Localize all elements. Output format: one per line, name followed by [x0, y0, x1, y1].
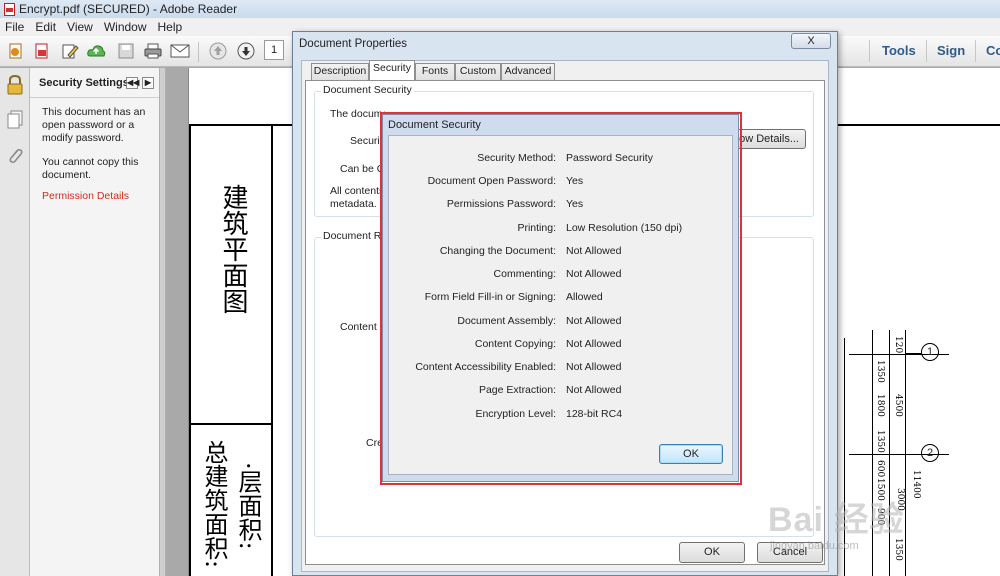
show-details-button[interactable]: ow Details... [736, 129, 806, 149]
metadata-text: metadata. [330, 198, 377, 210]
security-method-label: Securit [350, 135, 383, 147]
close-button[interactable]: X [791, 33, 831, 49]
menu-file[interactable]: File [0, 20, 30, 34]
tab-fonts[interactable]: Fonts [415, 63, 455, 80]
tab-custom[interactable]: Custom [455, 63, 501, 80]
window-title: Encrypt.pdf (SECURED) - Adobe Reader [19, 2, 238, 16]
navigation-pane [0, 68, 30, 576]
tab-security[interactable]: Security [369, 60, 415, 81]
edit-document-icon[interactable] [60, 41, 80, 61]
dimension-4500: 4500 [893, 394, 903, 417]
dialog-title: Document Properties [299, 38, 408, 50]
menu-help[interactable]: Help [153, 20, 189, 34]
panel-options-icon[interactable]: ▶ [142, 77, 154, 89]
menu-window[interactable]: Window [99, 20, 153, 34]
permission-details-link[interactable]: Permission Details [42, 190, 154, 203]
sign-button[interactable]: Sign [937, 43, 965, 58]
lock-icon[interactable] [5, 74, 25, 99]
floor-area-label: ·层面积: [234, 462, 262, 550]
title-bar: Encrypt.pdf (SECURED) - Adobe Reader [0, 0, 1000, 18]
all-contents-text: All contents [330, 185, 385, 197]
menu-edit[interactable]: Edit [30, 20, 62, 34]
axis-marker-2: 2 [921, 444, 939, 462]
dimension-1800: 1800 [875, 394, 885, 417]
save-icon[interactable] [116, 41, 136, 61]
export-pdf-icon[interactable] [32, 41, 52, 61]
security-message-password: This document has an open password or a … [42, 106, 146, 144]
can-be-opened-label: Can be O [340, 163, 385, 175]
tools-button[interactable]: Tools [882, 43, 916, 58]
dimension-1350-c: 1350 [893, 538, 903, 561]
menu-view[interactable]: View [62, 20, 99, 34]
page-number-input[interactable]: 1 [264, 40, 284, 60]
security-settings-panel: Security Settings ◀◀ ▶ This document has… [30, 68, 159, 576]
collapse-panel-icon[interactable]: ◀◀ [126, 77, 139, 89]
security-method-description: The document's Security Method restricts… [330, 108, 385, 120]
dimension-1350: 1350 [875, 360, 885, 383]
previous-page-icon[interactable] [208, 41, 228, 61]
cloud-upload-icon[interactable] [86, 41, 106, 61]
page-thumbnails-icon[interactable] [6, 110, 24, 133]
drawing-title: 建筑平面图 [218, 184, 248, 314]
email-icon[interactable] [170, 41, 190, 61]
security-settings-header: Security Settings ◀◀ ▶ [30, 68, 159, 98]
dimension-120: 120 [893, 336, 903, 354]
panel-splitter[interactable] [159, 68, 166, 576]
next-page-icon[interactable] [236, 41, 256, 61]
watermark-logo: Bai 经验 [768, 501, 905, 539]
dimension-1350-b: 1350 [875, 430, 885, 453]
security-settings-title: Security Settings [39, 76, 129, 89]
attachments-icon[interactable] [7, 146, 23, 169]
security-message-copy: You cannot copy this document. [42, 156, 139, 181]
document-restrictions-legend: Document R [321, 230, 384, 242]
total-area-label: 总建筑面积: [200, 440, 228, 569]
dimension-600: 600 [875, 460, 885, 478]
create-pdf-icon[interactable] [6, 41, 26, 61]
tab-description[interactable]: Description [311, 63, 369, 80]
tab-advanced[interactable]: Advanced [501, 63, 555, 80]
print-icon[interactable] [143, 41, 163, 61]
watermark-url: jingyan.baidu.com [770, 540, 859, 552]
document-security-legend: Document Security [321, 84, 414, 96]
axis-marker-1: 1 [921, 343, 939, 361]
dimension-11400: 11400 [911, 470, 921, 499]
comment-button[interactable]: Co [986, 43, 1000, 58]
highlight-box [380, 112, 742, 485]
ok-button[interactable]: OK [679, 542, 745, 563]
pdf-file-icon [4, 2, 15, 16]
